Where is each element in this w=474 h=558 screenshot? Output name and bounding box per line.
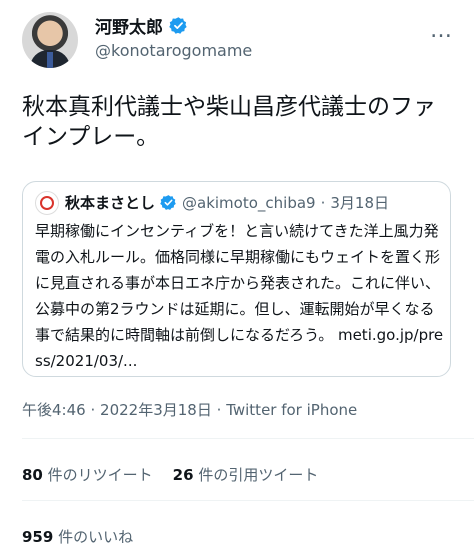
quotes-label: 件の引用ツイート: [198, 466, 319, 484]
tweet-date[interactable]: 2022年3月18日: [100, 401, 212, 419]
divider-middle: [22, 500, 474, 501]
quoted-author-name[interactable]: 秋本まさとし: [65, 192, 155, 213]
quoted-tweet-text: 早期稼働にインセンティブを！と言い続けてきた洋上風力発電の入札ルール。価格同様に…: [35, 222, 444, 370]
quoted-verified-badge-icon: [160, 195, 176, 210]
quoted-author-avatar[interactable]: [35, 191, 59, 215]
meta-separator-2: ·: [216, 401, 222, 419]
meta-separator: ·: [90, 401, 96, 419]
tweet-meta: 午後4:46 · 2022年3月18日 · Twitter for iPhone: [22, 399, 357, 420]
quoted-author-handle[interactable]: @akimoto_chiba9: [182, 194, 316, 212]
quoted-date[interactable]: 3月18日: [330, 192, 389, 213]
likes-count: 959: [22, 528, 54, 546]
tweet-text: 秋本真利代議士や柴山昌彦代議士のファインプレー。: [22, 94, 436, 150]
quoted-tweet-card[interactable]: 秋本まさとし @akimoto_chiba9 · 3月18日 早期稼働にインセン…: [22, 181, 451, 377]
author-name[interactable]: 河野太郎: [95, 13, 163, 38]
tweet-source[interactable]: Twitter for iPhone: [226, 401, 357, 419]
retweets-stat[interactable]: 80 件のリツイート: [22, 464, 153, 485]
tweet-time[interactable]: 午後4:46: [22, 401, 86, 419]
engagement-stats: 80 件のリツイート 26 件の引用ツイート: [22, 464, 318, 485]
retweets-count: 80: [22, 466, 43, 484]
quotes-count: 26: [172, 466, 194, 484]
quoted-tweet-header: 秋本まさとし @akimoto_chiba9 · 3月18日: [65, 192, 389, 213]
divider-top: [22, 438, 474, 439]
more-options-icon[interactable]: …: [430, 18, 453, 43]
avatar-logo-ring: [40, 196, 54, 210]
likes-label: 件のいいね: [58, 528, 134, 546]
avatar-tie: [47, 52, 53, 68]
retweets-label: 件のリツイート: [47, 466, 153, 484]
quoted-separator: ·: [320, 193, 326, 212]
author-avatar[interactable]: [22, 12, 78, 68]
likes-stat[interactable]: 959 件のいいね: [22, 526, 133, 547]
verified-badge-icon: [169, 17, 187, 34]
quotes-stat[interactable]: 26 件の引用ツイート: [173, 464, 319, 485]
author-name-row[interactable]: 河野太郎: [95, 13, 188, 38]
author-handle[interactable]: @konotarogomame: [95, 41, 252, 60]
